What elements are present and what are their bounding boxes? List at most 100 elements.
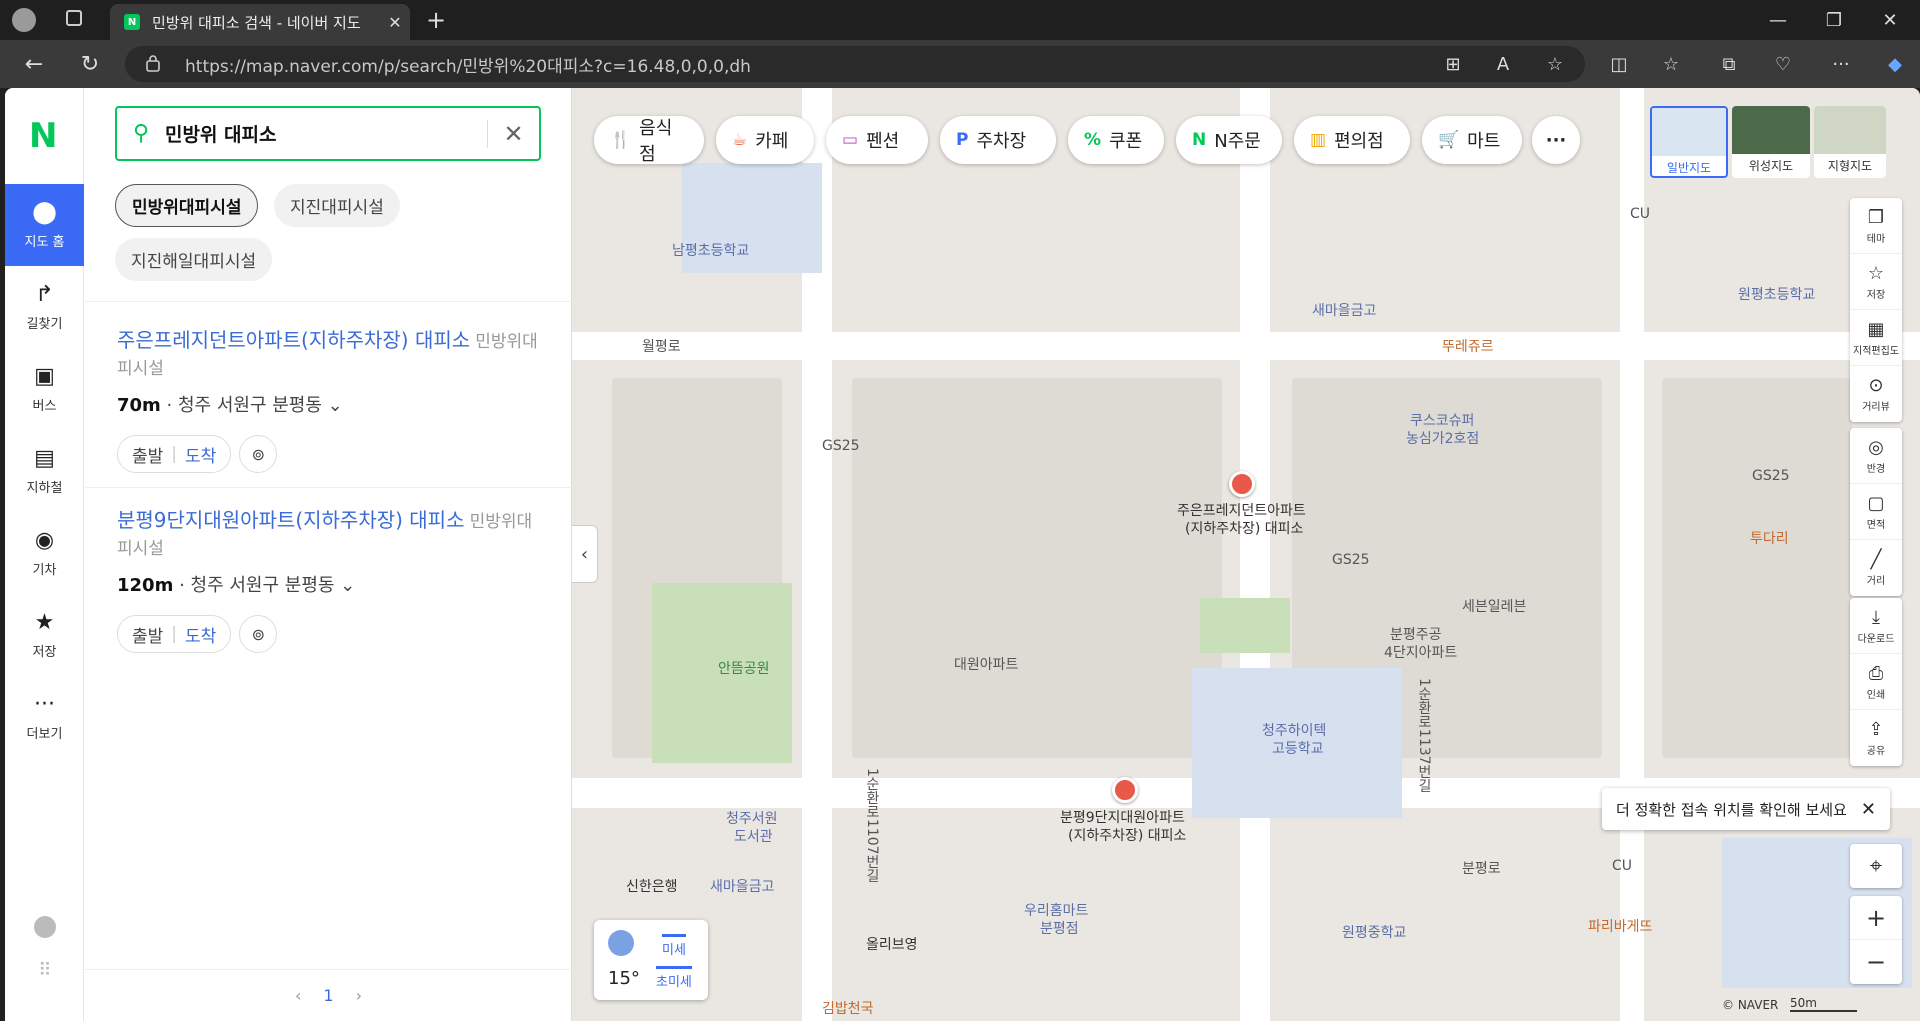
result-name[interactable]: 분평9단지대원아파트(지하주차장) 대피소 bbox=[117, 508, 465, 532]
window-maximize-button[interactable]: ❐ bbox=[1806, 0, 1862, 40]
profile-icon[interactable] bbox=[12, 8, 36, 32]
depart-button[interactable]: 출발 bbox=[132, 442, 163, 467]
location-pin-icon[interactable]: ⊚ bbox=[239, 615, 278, 653]
result-name[interactable]: 주은프레지던트아파트(지하주차장) 대피소 bbox=[117, 328, 470, 352]
map-label[interactable]: GS25 bbox=[1332, 552, 1370, 568]
chip-tsunami[interactable]: 지진해일대피시설 bbox=[115, 238, 273, 281]
map-label[interactable]: 고등학교 bbox=[1272, 738, 1324, 758]
maptype-satellite[interactable]: 위성지도 bbox=[1732, 106, 1810, 178]
map-label[interactable]: 쿠스코슈퍼 bbox=[1410, 410, 1474, 430]
current-location-button[interactable]: ⌖ bbox=[1850, 844, 1902, 888]
depart-button[interactable]: 출발 bbox=[132, 622, 163, 647]
search-input[interactable]: 민방위 대피소 bbox=[165, 120, 487, 147]
copilot-icon[interactable]: ◆ bbox=[1880, 50, 1910, 78]
map-label[interactable]: GS25 bbox=[822, 438, 860, 454]
map-label[interactable]: 김밥천국 bbox=[822, 998, 874, 1018]
map-label[interactable]: 도서관 bbox=[734, 826, 773, 846]
clear-search-icon[interactable]: ✕ bbox=[487, 119, 539, 148]
result-address[interactable]: 청주 서원구 분평동 bbox=[178, 395, 322, 416]
tool-distance[interactable]: ╱ 거리 bbox=[1850, 540, 1902, 596]
prev-page-button[interactable]: ‹ bbox=[295, 986, 301, 1005]
category-convenience[interactable]: ▥ 편의점 bbox=[1294, 116, 1410, 164]
map-label[interactable]: 남평초등학교 bbox=[672, 240, 749, 260]
browser-essentials-icon[interactable]: ♡ bbox=[1768, 50, 1798, 78]
new-tab-button[interactable]: + bbox=[408, 0, 464, 40]
map-label[interactable]: 뚜레쥬르 bbox=[1442, 336, 1494, 356]
naver-logo[interactable]: N bbox=[29, 116, 57, 156]
tab-close-icon[interactable]: ✕ bbox=[380, 13, 410, 32]
result-address[interactable]: 청주 서원구 분평동 bbox=[191, 575, 335, 596]
nav-subway[interactable]: ▤ 지하철 bbox=[5, 430, 84, 512]
map-label[interactable]: 분평주공 bbox=[1390, 624, 1442, 644]
tool-cadastral[interactable]: ▦ 지적편집도 bbox=[1850, 310, 1902, 366]
browser-tab-active[interactable]: N 민방위 대피소 검색 - 네이버 지도 ✕ bbox=[110, 4, 410, 40]
arrive-button[interactable]: 도착 bbox=[185, 442, 216, 467]
zoom-in-button[interactable]: + bbox=[1850, 896, 1902, 940]
app-available-icon[interactable]: ⊞ bbox=[1438, 50, 1468, 78]
url-field[interactable]: https://map.naver.com/p/search/민방위%20대피소… bbox=[125, 46, 1585, 82]
favorite-star-icon[interactable]: ☆ bbox=[1540, 50, 1570, 78]
nav-bus[interactable]: ▣ 버스 bbox=[5, 348, 84, 430]
map-label[interactable]: 올리브영 bbox=[866, 934, 918, 954]
nav-directions[interactable]: ↱ 길찾기 bbox=[5, 266, 84, 348]
nav-saved[interactable]: ★ 저장 bbox=[5, 594, 84, 676]
split-screen-icon[interactable]: ◫ bbox=[1604, 50, 1634, 78]
favorites-icon[interactable]: ☆ bbox=[1656, 50, 1686, 78]
map-label[interactable]: 농심가2호점 bbox=[1406, 428, 1479, 448]
map-label[interactable]: 대원아파트 bbox=[954, 654, 1018, 674]
weather-widget[interactable]: 15° 미세 초미세 bbox=[594, 920, 708, 1000]
maptype-terrain[interactable]: 지형지도 bbox=[1814, 106, 1886, 178]
refresh-button[interactable]: ↻ bbox=[74, 50, 106, 78]
tool-radius[interactable]: ◎ 반경 bbox=[1850, 428, 1902, 484]
back-button[interactable]: ← bbox=[18, 50, 50, 78]
map-label[interactable]: 청주서원 bbox=[726, 808, 778, 828]
map-label[interactable]: 투다리 bbox=[1750, 528, 1789, 548]
shelter-marker[interactable] bbox=[1112, 777, 1138, 803]
current-page[interactable]: 1 bbox=[323, 986, 333, 1005]
category-cafe[interactable]: ☕ 카페 bbox=[716, 116, 814, 164]
maptype-normal[interactable]: 일반지도 bbox=[1650, 106, 1728, 178]
map-label[interactable]: GS25 bbox=[1752, 468, 1790, 484]
more-categories-button[interactable]: ··· bbox=[1532, 116, 1580, 164]
nav-train[interactable]: ◉ 기차 bbox=[5, 512, 84, 594]
tool-download[interactable]: ⤓ 다운로드 bbox=[1850, 598, 1902, 654]
result-item[interactable]: 주은프레지던트아파트(지하주차장) 대피소 민방위대피시설 70m · 청주 서… bbox=[117, 326, 547, 473]
map-label[interactable]: 신한은행 bbox=[626, 876, 678, 896]
window-close-button[interactable]: ✕ bbox=[1862, 0, 1918, 40]
map-label[interactable]: 우리홈마트 bbox=[1024, 900, 1088, 920]
category-parking[interactable]: P 주차장 bbox=[940, 116, 1056, 164]
result-item[interactable]: 분평9단지대원아파트(지하주차장) 대피소 민방위대피시설 120m · 청주 … bbox=[117, 506, 547, 653]
tool-save[interactable]: ☆ 저장 bbox=[1850, 254, 1902, 310]
map-label[interactable]: 원평초등학교 bbox=[1738, 284, 1815, 304]
category-coupon[interactable]: % 쿠폰 bbox=[1068, 116, 1164, 164]
map-canvas[interactable]: 주은프레지던트아파트 (지하주차장) 대피소 분평9단지대원아파트 (지하주차장… bbox=[572, 88, 1920, 1021]
arrive-button[interactable]: 도착 bbox=[185, 622, 216, 647]
category-pension[interactable]: ▭ 펜션 bbox=[826, 116, 928, 164]
user-icon[interactable] bbox=[34, 916, 56, 938]
settings-more-icon[interactable]: ··· bbox=[1826, 50, 1856, 78]
category-norder[interactable]: N N주문 bbox=[1176, 116, 1282, 164]
next-page-button[interactable]: › bbox=[356, 986, 362, 1005]
tool-theme[interactable]: ❐ 테마 bbox=[1850, 198, 1902, 254]
location-pin-icon[interactable]: ⊚ bbox=[239, 435, 278, 473]
map-label[interactable]: 원평중학교 bbox=[1342, 922, 1406, 942]
map-label[interactable]: 파리바게뜨 bbox=[1588, 916, 1652, 936]
tab-actions-icon[interactable] bbox=[66, 10, 82, 26]
category-restaurant[interactable]: 🍴 음식점 bbox=[594, 116, 704, 165]
collapse-panel-button[interactable]: ‹ bbox=[572, 525, 598, 583]
read-aloud-icon[interactable]: A bbox=[1488, 50, 1518, 78]
map-label[interactable]: 안뜸공원 bbox=[718, 658, 770, 678]
zoom-out-button[interactable]: − bbox=[1850, 940, 1902, 984]
tool-streetview[interactable]: ⊙ 거리뷰 bbox=[1850, 366, 1902, 422]
category-mart[interactable]: 🛒 마트 bbox=[1422, 116, 1522, 164]
map-label[interactable]: CU bbox=[1630, 206, 1650, 222]
shelter-marker[interactable] bbox=[1229, 471, 1255, 497]
map-label[interactable]: 청주하이텍 bbox=[1262, 720, 1326, 740]
search-box[interactable]: ⚲ 민방위 대피소 ✕ bbox=[115, 106, 541, 161]
map-label[interactable]: 세븐일레븐 bbox=[1462, 596, 1526, 616]
map-label[interactable]: 새마을금고 bbox=[1312, 300, 1376, 320]
chip-civil-defense[interactable]: 민방위대피시설 bbox=[115, 184, 259, 227]
map-label[interactable]: 4단지아파트 bbox=[1384, 642, 1457, 662]
map-label[interactable]: CU bbox=[1612, 858, 1632, 874]
map-label[interactable]: 분평점 bbox=[1040, 918, 1079, 938]
